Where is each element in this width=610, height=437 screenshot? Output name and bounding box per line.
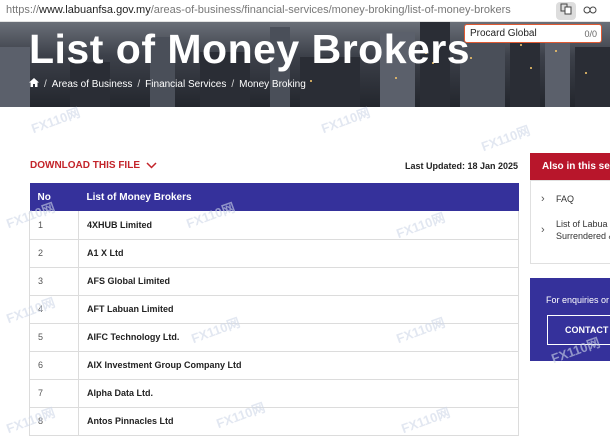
row-number: 3	[29, 267, 79, 296]
find-query-input[interactable]: Procard Global	[470, 28, 537, 39]
chevron-right-icon: ›	[541, 224, 545, 236]
breadcrumb-separator: /	[44, 78, 47, 90]
sidebar-item-label: FAQ	[556, 194, 575, 204]
breadcrumb-separator: /	[231, 78, 235, 90]
row-number: 5	[29, 323, 79, 352]
url-scheme: https://	[6, 4, 40, 16]
table-row: 4 AFT Labuan Limited	[29, 295, 519, 324]
broker-name: AIFC Technology Ltd.	[78, 323, 519, 352]
watermark: FX110网	[29, 104, 82, 137]
page-title: List of Money Brokers	[29, 26, 471, 72]
enquiries-text: For enquiries or	[546, 295, 610, 305]
translate-icon[interactable]	[556, 2, 576, 20]
money-brokers-table: No List of Money Brokers 1 4XHUB Limited …	[29, 183, 519, 436]
broker-name: Antos Pinnacles Ltd	[78, 407, 519, 436]
table-row: 5 AIFC Technology Ltd.	[29, 323, 519, 352]
reader-mode-icon[interactable]	[580, 2, 600, 20]
table-row: 3 AFS Global Limited	[29, 267, 519, 296]
sidebar-item-label: List of Labua	[556, 219, 608, 229]
broker-name: A1 X Ltd	[78, 239, 519, 268]
table-row: 1 4XHUB Limited	[29, 211, 519, 240]
breadcrumb-money-broking[interactable]: Money Broking	[239, 79, 306, 90]
contact-us-button[interactable]: CONTACT U	[547, 315, 610, 345]
download-file-link[interactable]: DOWNLOAD THIS FILE	[30, 160, 157, 171]
breadcrumb: / Areas of Business / Financial Services…	[29, 78, 306, 90]
breadcrumb-financial-services[interactable]: Financial Services	[145, 79, 226, 90]
find-match-count: 0/0	[584, 29, 597, 39]
sidebar-links: › FAQ › List of Labua Surrendered &	[530, 180, 610, 264]
contact-panel: For enquiries or CONTACT U	[530, 278, 610, 361]
find-in-page-bar[interactable]: Procard Global 0/0	[464, 24, 602, 43]
row-number: 4	[29, 295, 79, 324]
row-number: 2	[29, 239, 79, 268]
watermark: FX110网	[319, 104, 372, 137]
url-host: www.labuanfsa.gov.my	[39, 4, 151, 16]
broker-name: 4XHUB Limited	[78, 211, 519, 240]
breadcrumb-areas-of-business[interactable]: Areas of Business	[52, 79, 133, 90]
broker-name: AFS Global Limited	[78, 267, 519, 296]
address-bar[interactable]: https://www.labuanfsa.gov.my/areas-of-bu…	[0, 0, 610, 22]
breadcrumb-separator: /	[137, 78, 141, 90]
broker-name: Alpha Data Ltd.	[78, 379, 519, 408]
chevron-down-icon	[146, 162, 157, 169]
chevron-right-icon: ›	[541, 193, 545, 205]
sidebar-item-label-line2: Surrendered &	[556, 231, 610, 241]
column-header-broker-name: List of Money Brokers	[78, 183, 519, 211]
row-number: 8	[29, 407, 79, 436]
table-row: 7 Alpha Data Ltd.	[29, 379, 519, 408]
table-row: 8 Antos Pinnacles Ltd	[29, 407, 519, 436]
home-icon[interactable]	[29, 78, 39, 90]
broker-name: AFT Labuan Limited	[78, 295, 519, 324]
sidebar-heading: Also in this secti	[530, 153, 610, 180]
row-number: 1	[29, 211, 79, 240]
url-path: /areas-of-business/financial-services/mo…	[150, 4, 511, 16]
table-row: 6 AIX Investment Group Company Ltd	[29, 351, 519, 380]
watermark: FX110网	[479, 122, 532, 155]
row-number: 7	[29, 379, 79, 408]
column-header-no: No	[29, 183, 79, 211]
url-text[interactable]: https://www.labuanfsa.gov.my/areas-of-bu…	[6, 4, 511, 16]
row-number: 6	[29, 351, 79, 380]
download-label: DOWNLOAD THIS FILE	[30, 160, 140, 171]
last-updated-text: Last Updated: 18 Jan 2025	[404, 161, 518, 171]
table-row: 2 A1 X Ltd	[29, 239, 519, 268]
broker-name: AIX Investment Group Company Ltd	[78, 351, 519, 380]
table-header-row: No List of Money Brokers	[29, 183, 519, 211]
